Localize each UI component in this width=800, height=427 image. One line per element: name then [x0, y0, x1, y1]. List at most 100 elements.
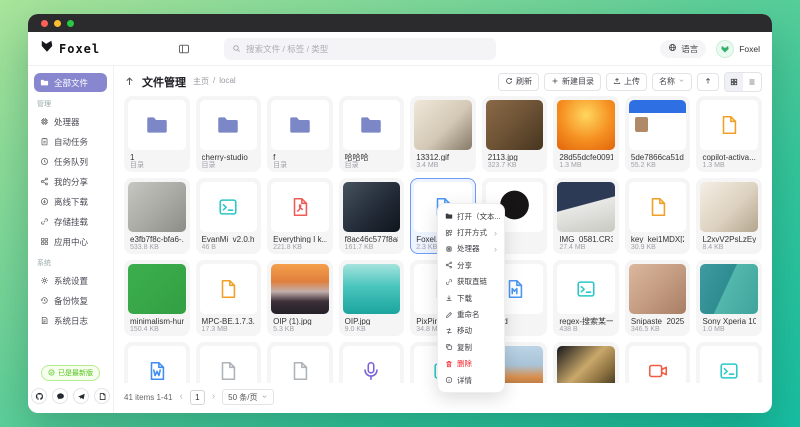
download-icon	[445, 294, 453, 302]
file-card[interactable]	[553, 342, 619, 383]
context-menu-item-processor[interactable]: 处理器›	[441, 241, 501, 257]
context-menu-item-share[interactable]: 分享	[441, 257, 501, 273]
context-menu-item-open-with[interactable]: 打开方式›	[441, 224, 501, 240]
context-menu-item-delete[interactable]: 删除	[441, 356, 501, 372]
file-card[interactable]: L2xvV2PsLzEyM2...8.4 KB	[696, 178, 762, 254]
doc-yellow-icon	[700, 100, 758, 150]
update-status-badge[interactable]: 已是最新版	[41, 365, 100, 381]
sidebar-item-all-files[interactable]: 全部文件	[34, 73, 107, 92]
sidebar-item-task-queue[interactable]: 任务队列	[34, 152, 107, 171]
context-menu-item-download[interactable]: 下载	[441, 290, 501, 306]
file-name: Snipaste_2025-...	[631, 317, 685, 325]
file-card[interactable]: e3fb7f8c-bfa6-...533.8 KB	[124, 178, 190, 254]
file-card[interactable]: 28d55dcfe0091...1.3 MB	[553, 96, 619, 172]
page-number[interactable]: 1	[190, 390, 205, 405]
sidebar-collapse-icon[interactable]	[178, 43, 190, 55]
file-card[interactable]	[339, 342, 405, 383]
file-size: 161.7 KB	[345, 243, 399, 250]
next-page-button[interactable]: ›	[212, 392, 215, 402]
chat-icon[interactable]	[52, 388, 68, 404]
file-card[interactable]: 2113.jpg323.7 KB	[482, 96, 548, 172]
language-button[interactable]: 语言	[660, 40, 706, 58]
sort-field-select[interactable]: 名称	[652, 73, 692, 91]
context-menu-item-direct-link[interactable]: 获取直链	[441, 274, 501, 290]
list-view-button[interactable]	[743, 73, 761, 91]
doc-gray-icon	[271, 346, 329, 383]
github-icon[interactable]	[31, 388, 47, 404]
telegram-icon[interactable]	[73, 388, 89, 404]
check-circle-icon	[48, 369, 55, 378]
refresh-button[interactable]: 刷新	[498, 73, 539, 91]
file-card[interactable]: Snipaste_2025-...346.5 KB	[625, 260, 691, 336]
context-menu-item-rename[interactable]: 重命名	[441, 306, 501, 322]
user-menu[interactable]: Foxel	[716, 40, 760, 58]
file-card[interactable]: key_kei1MDX[20...30.9 KB	[625, 178, 691, 254]
file-name: IMG_0581.CR3	[559, 235, 613, 243]
sidebar-item-app-center[interactable]: 应用中心	[34, 232, 107, 251]
zoom-button[interactable]	[67, 20, 74, 27]
file-card[interactable]: OIP.jpg9.0 KB	[339, 260, 405, 336]
share-icon	[445, 261, 453, 269]
file-card[interactable]: IMG_0581.CR327.4 MB	[553, 178, 619, 254]
file-card[interactable]: MPC-BE.1.7.3.x...17.3 MB	[196, 260, 262, 336]
minimize-button[interactable]	[54, 20, 61, 27]
avatar	[716, 40, 734, 58]
file-card[interactable]: f目录	[267, 96, 333, 172]
context-menu-item-open[interactable]: 打开（文本...	[441, 208, 501, 224]
sidebar-item-auto-tasks[interactable]: 自动任务	[34, 132, 107, 151]
sidebar-item-backup-restore[interactable]: 备份恢复	[34, 291, 107, 310]
file-size: 目录	[273, 161, 327, 168]
submenu-arrow-icon: ›	[494, 244, 497, 254]
file-name: EvanMi_v2.0.html	[202, 235, 256, 243]
trash-icon	[445, 360, 453, 368]
file-size: 27.4 MB	[559, 243, 613, 250]
sidebar-item-offline-download[interactable]: 离线下载	[34, 192, 107, 211]
file-card[interactable]: EvanMi_v2.0.html46 B	[196, 178, 262, 254]
file-card[interactable]: regex-搜索某一...438 B	[553, 260, 619, 336]
file-card[interactable]	[696, 342, 762, 383]
sort-direction-button[interactable]	[697, 73, 719, 91]
mic-icon	[343, 346, 401, 383]
upload-button[interactable]: 上传	[606, 73, 647, 91]
sidebar-item-my-shares[interactable]: 我的分享	[34, 172, 107, 191]
go-up-button[interactable]	[124, 76, 135, 87]
page-size-select[interactable]: 50 条/页	[222, 389, 273, 405]
close-button[interactable]	[41, 20, 48, 27]
tasks-icon	[40, 137, 49, 146]
file-card[interactable]: minimalism-hum...150.4 KB	[124, 260, 190, 336]
sidebar-item-processors[interactable]: 处理器	[34, 112, 107, 131]
file-card[interactable]	[124, 342, 190, 383]
sidebar-item-storage-mounts[interactable]: 存储挂载	[34, 212, 107, 231]
context-menu-item-copy[interactable]: 复制	[441, 339, 501, 355]
breadcrumb[interactable]: 主页 / local	[193, 76, 236, 87]
sidebar-item-system-settings[interactable]: 系统设置	[34, 271, 107, 290]
search-input[interactable]: 搜索文件 / 标签 / 类型	[224, 38, 496, 60]
file-card[interactable]: Everything I k...221.8 KB	[267, 178, 333, 254]
file-card[interactable]: 1目录	[124, 96, 190, 172]
docs-icon[interactable]	[94, 388, 110, 404]
grid-view-button[interactable]	[725, 73, 743, 91]
file-card[interactable]: OIP (1).jpg5.3 KB	[267, 260, 333, 336]
file-card[interactable]: Sony Xperia 10...1.0 MB	[696, 260, 762, 336]
prev-page-button[interactable]: ‹	[179, 392, 182, 402]
file-card[interactable]	[625, 342, 691, 383]
pdf-icon	[271, 182, 329, 232]
context-menu-item-move[interactable]: 移动	[441, 323, 501, 339]
file-card[interactable]: cherry-studio目录	[196, 96, 262, 172]
sidebar-item-label: 系统日志	[54, 315, 88, 327]
context-menu-item-details[interactable]: 详情	[441, 372, 501, 388]
file-card[interactable]: copilot-activa...1.3 MB	[696, 96, 762, 172]
file-size: 1.3 MB	[702, 161, 756, 168]
app-title: Foxel	[59, 42, 100, 56]
new-folder-button[interactable]: 新建目录	[544, 73, 601, 91]
file-card[interactable]: 5de7866ca51d6c...55.2 KB	[625, 96, 691, 172]
sidebar-item-system-logs[interactable]: 系统日志	[34, 311, 107, 330]
file-card[interactable]	[267, 342, 333, 383]
file-card[interactable]: 13312.gif3.4 MB	[410, 96, 476, 172]
folder-icon	[445, 212, 453, 220]
file-size: 150.4 KB	[130, 325, 184, 332]
file-card[interactable]: f8ac46c577f8a8...161.7 KB	[339, 178, 405, 254]
file-card[interactable]	[196, 342, 262, 383]
info-icon	[445, 376, 453, 384]
file-card[interactable]: 哈哈哈目录	[339, 96, 405, 172]
